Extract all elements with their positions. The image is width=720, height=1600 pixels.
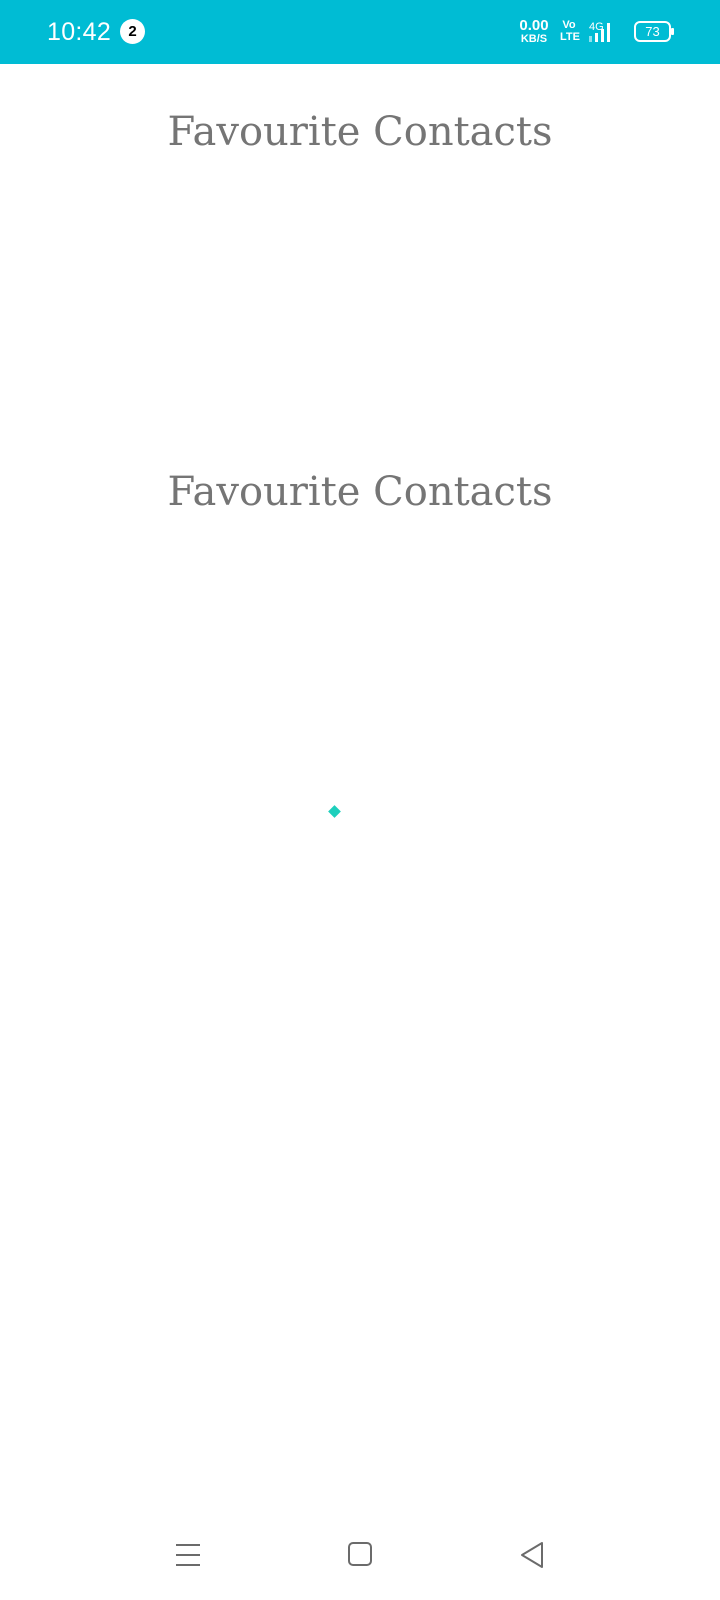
battery-level-label: 73 <box>645 24 659 39</box>
volte-icon: Vo LTE <box>560 19 580 43</box>
volte-bottom-label: LTE <box>560 31 580 43</box>
volte-top-label: Vo <box>562 19 576 31</box>
menu-icon[interactable] <box>166 1535 210 1575</box>
battery-icon: 73 <box>634 21 674 42</box>
network-speed-unit: KB/S <box>520 33 548 45</box>
back-triangle-icon[interactable] <box>510 1535 554 1575</box>
status-bar: 10:42 2 0.00 KB/S Vo LTE 4G 73 <box>0 0 720 64</box>
status-time: 10:42 <box>47 18 112 46</box>
notification-count-badge: 2 <box>120 19 145 44</box>
section-title: Favourite Contacts <box>167 469 553 515</box>
network-speed-value: 0.00 <box>519 17 549 34</box>
home-square-icon[interactable] <box>338 1535 382 1575</box>
loading-indicator <box>328 805 341 818</box>
cellular-signal-icon: 4G <box>589 21 610 42</box>
page-title: Favourite Contacts <box>167 109 553 155</box>
network-speed-indicator: 0.00 KB/S <box>514 18 554 45</box>
